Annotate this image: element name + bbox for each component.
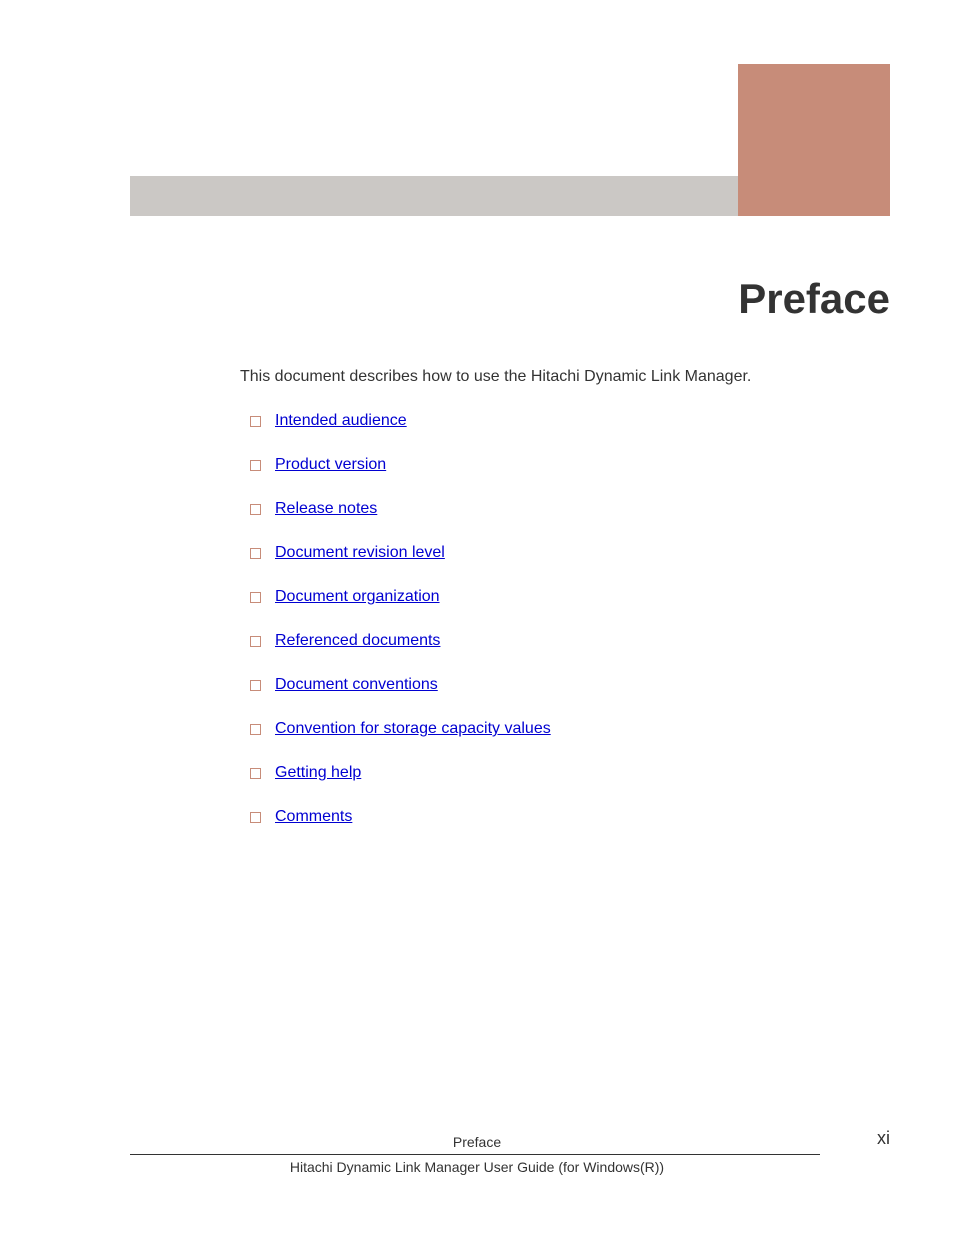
toc-link-referenced-documents[interactable]: Referenced documents — [275, 632, 440, 650]
checkbox-bullet-icon — [250, 460, 261, 471]
header-banner — [130, 64, 890, 216]
toc-link-product-version[interactable]: Product version — [275, 456, 386, 474]
toc-item: Product version — [250, 456, 551, 474]
footer-section-label: Preface — [0, 1134, 954, 1154]
toc-item: Referenced documents — [250, 632, 551, 650]
toc-item: Document conventions — [250, 676, 551, 694]
toc-item: Document organization — [250, 588, 551, 606]
toc-link-getting-help[interactable]: Getting help — [275, 764, 361, 782]
checkbox-bullet-icon — [250, 504, 261, 515]
toc-item: Document revision level — [250, 544, 551, 562]
checkbox-bullet-icon — [250, 592, 261, 603]
checkbox-bullet-icon — [250, 812, 261, 823]
toc-link-intended-audience[interactable]: Intended audience — [275, 412, 407, 430]
page-number: xi — [877, 1128, 890, 1149]
toc-link-document-organization[interactable]: Document organization — [275, 588, 440, 606]
checkbox-bullet-icon — [250, 768, 261, 779]
footer: Preface Hitachi Dynamic Link Manager Use… — [0, 1134, 954, 1175]
intro-text: This document describes how to use the H… — [240, 368, 751, 386]
toc-list: Intended audience Product version Releas… — [250, 412, 551, 852]
toc-link-release-notes[interactable]: Release notes — [275, 500, 377, 518]
toc-link-document-revision-level[interactable]: Document revision level — [275, 544, 445, 562]
checkbox-bullet-icon — [250, 416, 261, 427]
checkbox-bullet-icon — [250, 680, 261, 691]
toc-item: Intended audience — [250, 412, 551, 430]
toc-item: Comments — [250, 808, 551, 826]
checkbox-bullet-icon — [250, 724, 261, 735]
toc-link-convention-storage-capacity[interactable]: Convention for storage capacity values — [275, 720, 551, 738]
checkbox-bullet-icon — [250, 548, 261, 559]
toc-item: Getting help — [250, 764, 551, 782]
page-title: Preface — [738, 275, 890, 323]
gray-bar — [130, 176, 738, 216]
checkbox-bullet-icon — [250, 636, 261, 647]
toc-item: Release notes — [250, 500, 551, 518]
orange-block — [738, 64, 890, 216]
toc-link-comments[interactable]: Comments — [275, 808, 352, 826]
footer-doc-title: Hitachi Dynamic Link Manager User Guide … — [0, 1155, 954, 1175]
toc-item: Convention for storage capacity values — [250, 720, 551, 738]
toc-link-document-conventions[interactable]: Document conventions — [275, 676, 438, 694]
